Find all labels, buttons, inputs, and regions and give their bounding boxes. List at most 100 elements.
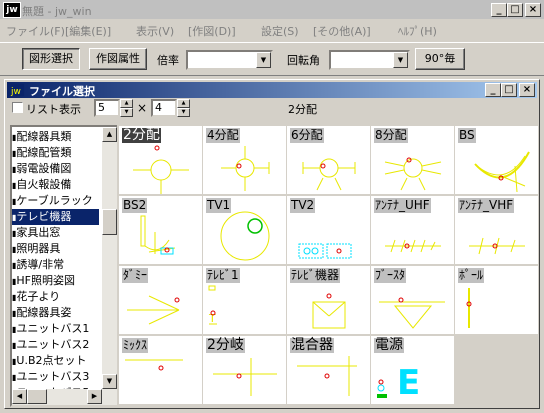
- list-view-checkbox[interactable]: [12, 102, 23, 113]
- window-title: 無題 - jw_win: [22, 5, 92, 18]
- folder-item-label: HF照明姿図: [16, 274, 76, 287]
- symbol-cell[interactable]: ﾐｯｸｽ: [119, 336, 202, 404]
- folder-item[interactable]: ▮ユニットバス3: [12, 369, 99, 385]
- symbol-cell[interactable]: 混合器: [287, 336, 370, 404]
- folder-item[interactable]: ▮自火報設備: [12, 177, 99, 193]
- folder-item[interactable]: ▮家具出窓: [12, 225, 99, 241]
- folder-item-label: 弱電設備図: [16, 162, 72, 175]
- dialog-minimize-button[interactable]: _: [485, 83, 501, 97]
- symbol-cell[interactable]: 6分配: [287, 126, 370, 194]
- symbol-cell[interactable]: ﾀﾞﾐｰ: [119, 266, 202, 334]
- symbol-label: ﾃﾚﾋﾞ1: [206, 268, 240, 283]
- symbol-cell[interactable]: 2分配: [119, 126, 202, 194]
- jw-app-icon: jw: [3, 2, 21, 18]
- close-button[interactable]: ×: [525, 3, 541, 17]
- folder-item-label: 照明器具: [16, 242, 61, 255]
- svg-text:E: E: [397, 363, 420, 403]
- symbol-cell[interactable]: 8分配: [371, 126, 454, 194]
- symbol-label: 2分配: [122, 127, 161, 143]
- folder-item[interactable]: ▮ユニットバス1: [12, 321, 99, 337]
- folder-item[interactable]: ▮花子より: [12, 289, 99, 305]
- rows-spinner[interactable]: ▲ ▼: [177, 99, 190, 117]
- menu-view[interactable]: 表示(V): [136, 23, 174, 39]
- symbol-cell[interactable]: ﾌﾞｰｽﾀ: [371, 266, 454, 334]
- symbol-cell[interactable]: ﾎﾟｰﾙ: [455, 266, 538, 334]
- folder-item[interactable]: ▮U.B2点セット: [12, 353, 99, 369]
- symbol-cell[interactable]: ﾃﾚﾋﾞ機器: [287, 266, 370, 334]
- symbol-cell[interactable]: E 電源: [371, 336, 454, 404]
- folder-item[interactable]: ▮誘導/非常: [12, 257, 99, 273]
- dialog-close-button[interactable]: ×: [519, 83, 535, 97]
- dialog-title-bar: jw ファイル選択 _ □ ×: [7, 82, 537, 98]
- folder-item-label: 配線器具類: [16, 130, 72, 143]
- vertical-scrollbar[interactable]: ▲ ▼: [102, 127, 117, 389]
- menu-other[interactable]: [その他(A)]: [313, 23, 371, 39]
- columns-spinner[interactable]: ▲ ▼: [120, 99, 133, 117]
- rotation-label: 回転角: [287, 54, 320, 67]
- menu-bar: ファイル(F) [編集(E)] 表示(V) [作図(D)] 設定(S) [その他…: [0, 19, 544, 39]
- maximize-button[interactable]: □: [507, 3, 523, 17]
- symbol-label: ﾎﾟｰﾙ: [458, 268, 485, 283]
- folder-item-label: 家具出窓: [16, 226, 61, 239]
- chevron-down-icon[interactable]: ▼: [393, 52, 408, 68]
- scroll-left-icon[interactable]: ◀: [12, 389, 27, 404]
- dialog-maximize-button[interactable]: □: [501, 83, 517, 97]
- rotation-combo[interactable]: ▼: [329, 50, 410, 70]
- symbol-cell[interactable]: 2分岐: [203, 336, 286, 404]
- select-figure-button[interactable]: 図形選択: [22, 48, 80, 70]
- every-90-button[interactable]: 90°毎: [415, 48, 465, 70]
- folder-item[interactable]: ▮配線器具類: [12, 129, 99, 145]
- folder-item[interactable]: ▮配線器具姿: [12, 305, 99, 321]
- symbol-cell[interactable]: ｱﾝﾃﾅ_UHF: [371, 196, 454, 264]
- folder-item[interactable]: ▮ケーブルラック: [12, 193, 99, 209]
- menu-file[interactable]: ファイル(F): [6, 23, 65, 39]
- columns-field[interactable]: 5: [94, 99, 120, 117]
- symbol-label: 4分配: [206, 128, 240, 143]
- spin-down-icon[interactable]: ▼: [177, 108, 190, 117]
- symbol-cell[interactable]: BS2: [119, 196, 202, 264]
- folder-item[interactable]: ▮HF照明姿図: [12, 273, 99, 289]
- menu-settings[interactable]: 設定(S): [261, 23, 299, 39]
- chevron-down-icon[interactable]: ▼: [256, 52, 271, 68]
- scroll-up-icon[interactable]: ▲: [102, 127, 117, 142]
- draw-attribute-button[interactable]: 作図属性: [89, 48, 147, 70]
- symbol-label: ｱﾝﾃﾅ_UHF: [374, 198, 431, 213]
- scroll-right-icon[interactable]: ▶: [87, 389, 102, 404]
- hscroll-thumb[interactable]: [27, 389, 47, 404]
- folder-item-label: ユニットバス3: [16, 370, 90, 383]
- folder-item-label: 配線配管類: [16, 146, 72, 159]
- minimize-button[interactable]: _: [491, 3, 507, 17]
- folder-item-label: 配線器具姿: [16, 306, 72, 319]
- folder-item[interactable]: ▮配線配管類: [12, 145, 99, 161]
- scroll-thumb[interactable]: [102, 209, 117, 235]
- symbol-label: 電源: [374, 337, 404, 353]
- scale-label: 倍率: [157, 54, 179, 67]
- folder-item[interactable]: ▮テレビ機器: [12, 209, 99, 225]
- scroll-down-icon[interactable]: ▼: [102, 374, 117, 389]
- scale-combo[interactable]: ▼: [186, 50, 273, 70]
- folder-list[interactable]: ▮配線器具類 ▮配線配管類 ▮弱電設備図 ▮自火報設備 ▮ケーブルラック ▮テレビ機器 ▮家…: [10, 125, 119, 407]
- folder-item[interactable]: ▮照明器具: [12, 241, 99, 257]
- menu-draw[interactable]: [作図(D)]: [188, 23, 236, 39]
- symbol-label: 6分配: [290, 128, 324, 143]
- horizontal-scrollbar[interactable]: ◀ ▶: [12, 389, 117, 405]
- symbol-label: BS: [458, 128, 476, 143]
- spin-up-icon[interactable]: ▲: [120, 99, 133, 108]
- rows-field[interactable]: 4: [151, 99, 177, 117]
- spin-down-icon[interactable]: ▼: [120, 108, 133, 117]
- main-title-bar: jw 無題 - jw_win _ □ ×: [0, 0, 544, 19]
- symbol-cell[interactable]: TV2: [287, 196, 370, 264]
- symbol-cell[interactable]: 4分配: [203, 126, 286, 194]
- folder-item-label: 誘導/非常: [16, 258, 65, 271]
- spin-up-icon[interactable]: ▲: [177, 99, 190, 108]
- symbol-cell[interactable]: BS: [455, 126, 538, 194]
- menu-edit[interactable]: [編集(E)]: [65, 23, 111, 39]
- symbol-cell[interactable]: T ﾃﾚﾋﾞ1: [203, 266, 286, 334]
- folder-item[interactable]: ▮ユニットバス2: [12, 337, 99, 353]
- symbol-cell: [455, 336, 538, 404]
- symbol-cell[interactable]: ｱﾝﾃﾅ_VHF: [455, 196, 538, 264]
- folder-item[interactable]: ▮弱電設備図: [12, 161, 99, 177]
- menu-help[interactable]: ﾍﾙﾌﾟ(H): [398, 23, 437, 39]
- symbol-label: ｱﾝﾃﾅ_VHF: [458, 198, 515, 213]
- symbol-cell[interactable]: TV1: [203, 196, 286, 264]
